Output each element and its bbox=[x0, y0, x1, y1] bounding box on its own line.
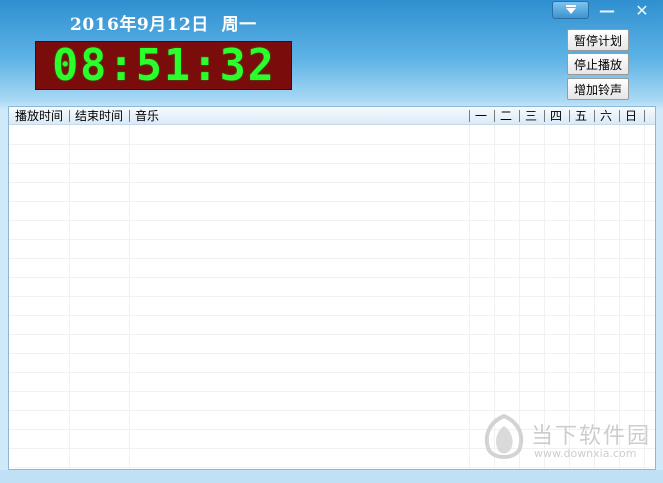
column-header-wed[interactable]: 三 bbox=[525, 107, 537, 125]
grid-row-line bbox=[9, 258, 655, 259]
column-separator[interactable] bbox=[594, 110, 595, 122]
close-icon: ✕ bbox=[635, 0, 649, 20]
grid-row-line bbox=[9, 467, 655, 468]
column-separator[interactable] bbox=[544, 110, 545, 122]
grid-row-line bbox=[9, 182, 655, 183]
column-header-mon[interactable]: 一 bbox=[475, 107, 487, 125]
grid-row-line bbox=[9, 353, 655, 354]
column-header-start-time[interactable]: 播放时间 bbox=[15, 107, 63, 125]
grid-row-line bbox=[9, 277, 655, 278]
watermark-text: 当下软件园 bbox=[531, 424, 652, 449]
grid-row-line bbox=[9, 144, 655, 145]
pause-plan-button[interactable]: 暂停计划 bbox=[567, 29, 629, 51]
column-separator[interactable] bbox=[619, 110, 620, 122]
watermark-logo-icon bbox=[484, 414, 524, 459]
close-button[interactable]: ✕ bbox=[630, 0, 654, 20]
weekday-text: 周一 bbox=[221, 15, 257, 35]
column-separator[interactable] bbox=[494, 110, 495, 122]
grid-row-line bbox=[9, 391, 655, 392]
grid-row-line bbox=[9, 163, 655, 164]
date-text: 2016年9月12日 bbox=[70, 15, 209, 35]
bottom-border bbox=[0, 470, 663, 483]
grid-row-line bbox=[9, 201, 655, 202]
digital-clock: 08:51:32 bbox=[35, 41, 292, 90]
column-separator[interactable] bbox=[569, 110, 570, 122]
grid-row-line bbox=[9, 239, 655, 240]
column-separator[interactable] bbox=[69, 110, 70, 122]
watermark: 当下软件园 www.downxia.com bbox=[482, 414, 657, 464]
column-separator[interactable] bbox=[469, 110, 470, 122]
grid-row-line bbox=[9, 220, 655, 221]
app-window: 2016年9月12日 周一 08:51:32 — ✕ 暂停计划 停止播放 增加铃… bbox=[0, 0, 663, 483]
grid-row-line bbox=[9, 315, 655, 316]
menu-button[interactable] bbox=[552, 1, 589, 19]
table-header: 播放时间 结束时间 音乐 一 二 三 四 五 六 日 bbox=[9, 107, 655, 125]
column-separator[interactable] bbox=[519, 110, 520, 122]
grid-column-line bbox=[129, 125, 130, 469]
minimize-icon: — bbox=[599, 0, 615, 20]
column-header-music[interactable]: 音乐 bbox=[135, 107, 159, 125]
column-header-sat[interactable]: 六 bbox=[600, 107, 612, 125]
grid-column-line bbox=[69, 125, 70, 469]
column-header-thu[interactable]: 四 bbox=[550, 107, 562, 125]
grid-row-line bbox=[9, 334, 655, 335]
grid-row-line bbox=[9, 296, 655, 297]
dropdown-arrow-icon bbox=[565, 5, 576, 14]
date-display: 2016年9月12日 周一 bbox=[70, 10, 257, 35]
column-header-end-time[interactable]: 结束时间 bbox=[75, 107, 123, 125]
watermark-url: www.downxia.com bbox=[534, 447, 637, 460]
clock-time: 08:51:32 bbox=[51, 39, 276, 91]
column-header-tue[interactable]: 二 bbox=[500, 107, 512, 125]
column-separator[interactable] bbox=[644, 110, 645, 122]
grid-row-line bbox=[9, 372, 655, 373]
grid-row-line bbox=[9, 410, 655, 411]
add-ringtone-button[interactable]: 增加铃声 bbox=[567, 78, 629, 100]
stop-play-button[interactable]: 停止播放 bbox=[567, 53, 629, 75]
column-separator[interactable] bbox=[129, 110, 130, 122]
column-header-sun[interactable]: 日 bbox=[625, 107, 637, 125]
grid-column-line bbox=[469, 125, 470, 469]
minimize-button[interactable]: — bbox=[595, 0, 619, 20]
column-header-fri[interactable]: 五 bbox=[575, 107, 587, 125]
